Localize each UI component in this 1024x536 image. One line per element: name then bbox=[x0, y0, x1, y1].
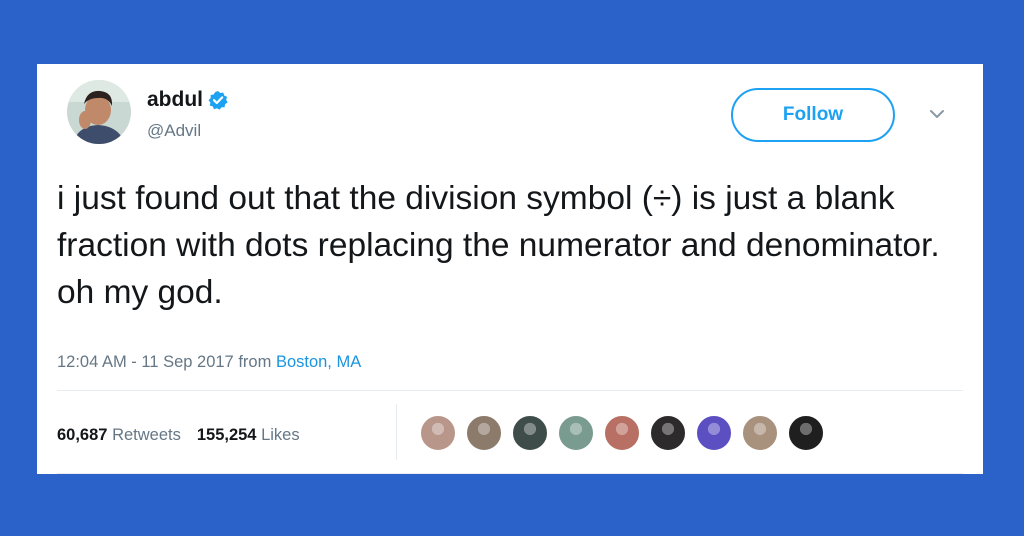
user-photo-icon bbox=[67, 80, 131, 144]
retweets-label: Retweets bbox=[112, 426, 181, 444]
likes-count: 155,254 bbox=[196, 426, 257, 444]
avatar[interactable] bbox=[67, 80, 131, 144]
liker-avatar[interactable] bbox=[741, 414, 779, 452]
liker-avatar[interactable] bbox=[511, 414, 549, 452]
liker-avatar[interactable] bbox=[419, 414, 457, 452]
liker-avatar[interactable] bbox=[787, 414, 825, 452]
chevron-down-icon[interactable] bbox=[927, 104, 947, 124]
likers-list bbox=[419, 414, 833, 452]
from-label: from bbox=[238, 353, 272, 371]
retweets-stat[interactable]: 60,687 Retweets bbox=[57, 426, 181, 445]
divider-bottom bbox=[57, 473, 963, 474]
tweet-stats: 60,687 Retweets 155,254 Likes bbox=[57, 426, 316, 445]
divider-top bbox=[57, 390, 963, 391]
user-name-row[interactable]: abdul bbox=[147, 88, 228, 112]
follow-button[interactable]: Follow bbox=[731, 88, 895, 142]
tweet-card: abdul @Advil Follow i just found out tha… bbox=[37, 64, 983, 474]
retweets-count: 60,687 bbox=[57, 426, 108, 444]
tweet-text: i just found out that the division symbo… bbox=[57, 180, 940, 311]
stats-separator bbox=[396, 404, 397, 460]
liker-avatar[interactable] bbox=[649, 414, 687, 452]
liker-avatar[interactable] bbox=[465, 414, 503, 452]
user-handle[interactable]: @Advil bbox=[147, 121, 201, 141]
likes-stat[interactable]: 155,254 Likes bbox=[197, 426, 300, 445]
tweet-meta: 12:04 AM - 11 Sep 2017 from Boston, MA bbox=[57, 353, 361, 372]
page-background: abdul @Advil Follow i just found out tha… bbox=[0, 0, 1024, 536]
verified-badge-icon bbox=[208, 91, 228, 110]
liker-avatar[interactable] bbox=[695, 414, 733, 452]
tweet-location[interactable]: Boston, MA bbox=[276, 353, 361, 371]
liker-avatar[interactable] bbox=[557, 414, 595, 452]
tweet-timestamp[interactable]: 12:04 AM - 11 Sep 2017 bbox=[57, 353, 234, 371]
likes-label: Likes bbox=[261, 426, 300, 444]
liker-avatar[interactable] bbox=[603, 414, 641, 452]
display-name[interactable]: abdul bbox=[147, 88, 203, 112]
